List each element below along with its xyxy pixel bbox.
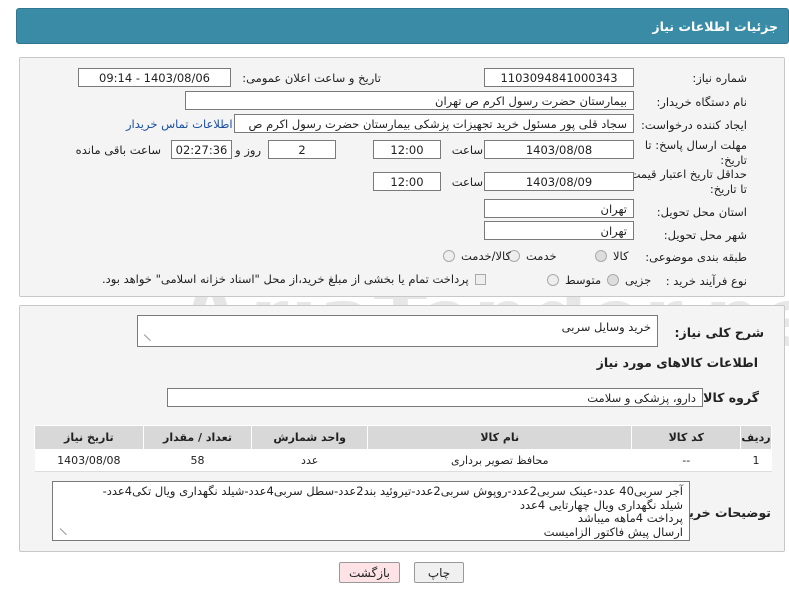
description-text: خرید وسایل سربی <box>561 320 651 334</box>
back-button[interactable]: بازگشت <box>339 562 400 583</box>
goods-group-label: گروه کالا: <box>698 390 759 405</box>
days-field: 2 <box>268 140 336 159</box>
validity-date-field: 1403/08/09 <box>484 172 634 191</box>
buyer-notes-line: ارسال پیش فاکتور الزامیست <box>543 524 683 539</box>
creator-field: سجاد قلی پور مسئول خرید تجهیزات پزشکی بی… <box>234 114 634 133</box>
page-title: جزئیات اطلاعات نیاز <box>652 18 778 34</box>
process-radio-medium[interactable]: متوسط <box>547 273 601 287</box>
payment-checkbox-row[interactable]: پرداخت تمام یا بخشی از مبلغ خرید،از محل … <box>102 272 486 286</box>
validity-time-label: ساعت <box>451 175 483 189</box>
cell-goods-name: محافظ تصویر برداری <box>367 449 632 472</box>
table-row: 1 -- محافظ تصویر برداری عدد 58 1403/08/0… <box>34 449 772 472</box>
announce-label: تاریخ و ساعت اعلان عمومی: <box>242 71 381 85</box>
buyer-notes-line: پرداخت 4ماهه میباشد <box>577 511 683 525</box>
cell-quantity: 58 <box>143 449 252 472</box>
category-goods-label: کالا <box>613 249 629 263</box>
col-quantity: تعداد / مقدار <box>142 425 253 450</box>
contact-buyer-link[interactable]: اطلاعات تماس خریدار <box>126 117 233 131</box>
buyer-notes-line: آجر سربی40 عدد-عینک سربی2عدد-روپوش سربی2… <box>102 484 683 498</box>
announce-field: 1403/08/06 - 09:14 <box>78 68 231 87</box>
reply-date-field: 1403/08/08 <box>484 140 634 159</box>
radio-icon <box>443 250 455 262</box>
page-header: جزئیات اطلاعات نیاز <box>16 8 789 44</box>
buyer-notes-line: شیلد نگهداری ویال چهارتایی 4عدد <box>519 497 683 512</box>
need-number-field: 1103094841000343 <box>484 68 634 87</box>
reply-deadline-label: مهلت ارسال پاسخ: تا تاریخ: <box>644 138 747 167</box>
col-goods-code: کد کالا <box>631 425 742 450</box>
buyer-org-label: نام دستگاه خریدار: <box>656 95 747 109</box>
city-label: شهر محل تحویل: <box>663 228 747 242</box>
payment-note: پرداخت تمام یا بخشی از مبلغ خرید،از محل … <box>102 272 469 286</box>
category-both-label: کالا/خدمت <box>461 249 512 263</box>
print-button[interactable]: چاپ <box>414 562 464 583</box>
goods-info-title: اطلاعات کالاهای مورد نیاز <box>596 355 758 370</box>
cell-need-date: 1403/08/08 <box>34 449 144 472</box>
validity-time-field: 12:00 <box>373 172 441 191</box>
cell-goods-code: -- <box>631 449 741 472</box>
col-unit: واحد شمارش <box>251 425 369 450</box>
radio-icon <box>607 274 619 286</box>
category-radio-goods[interactable]: کالا <box>595 249 629 263</box>
radio-icon <box>547 274 559 286</box>
buyer-notes-field: آجر سربی40 عدد-عینک سربی2عدد-روپوش سربی2… <box>52 481 690 541</box>
category-radio-service[interactable]: خدمت <box>508 249 557 263</box>
category-label: طبقه بندی موضوعی: <box>645 250 747 264</box>
category-service-label: خدمت <box>526 249 557 263</box>
creator-label: ایجاد کننده درخواست: <box>641 118 747 132</box>
days-label: روز و <box>235 143 261 157</box>
remaining-label: ساعت باقی مانده <box>75 143 161 157</box>
category-radio-both[interactable]: کالا/خدمت <box>443 249 511 263</box>
reply-time-field: 12:00 <box>373 140 441 159</box>
col-goods-name: نام کالا <box>367 425 633 450</box>
remaining-time-field: 02:27:36 <box>171 140 232 159</box>
table-header-row: ردیف کد کالا نام کالا واحد شمارش تعداد /… <box>34 425 772 450</box>
process-medium-label: متوسط <box>565 273 602 287</box>
radio-icon <box>595 250 607 262</box>
reply-time-label: ساعت <box>451 143 483 157</box>
buyer-org-field: بیمارستان حضرت رسول اکرم ص تهران <box>185 91 634 110</box>
need-number-label: شماره نیاز: <box>692 71 747 85</box>
goods-table: ردیف کد کالا نام کالا واحد شمارش تعداد /… <box>34 425 772 472</box>
description-label: شرح کلی نیاز: <box>674 325 764 340</box>
city-field: تهران <box>484 221 634 240</box>
process-minor-label: جزیی <box>625 273 652 287</box>
payment-checkbox[interactable] <box>474 273 486 285</box>
process-radio-minor[interactable]: جزیی <box>607 273 651 287</box>
cell-unit: عدد <box>251 449 368 472</box>
province-field: تهران <box>484 199 634 218</box>
province-label: استان محل تحویل: <box>656 205 747 219</box>
process-label: نوع فرآیند خرید : <box>665 274 747 288</box>
validity-label: حداقل تاریخ اعتبار قیمت: تا تاریخ: <box>625 167 747 196</box>
col-row-number: ردیف <box>740 425 772 450</box>
goods-group-field: دارو، پزشکی و سلامت <box>167 388 703 407</box>
col-need-date: تاریخ نیاز <box>34 425 144 450</box>
cell-row-number: 1 <box>740 449 772 472</box>
description-field: خرید وسایل سربی <box>137 315 658 347</box>
